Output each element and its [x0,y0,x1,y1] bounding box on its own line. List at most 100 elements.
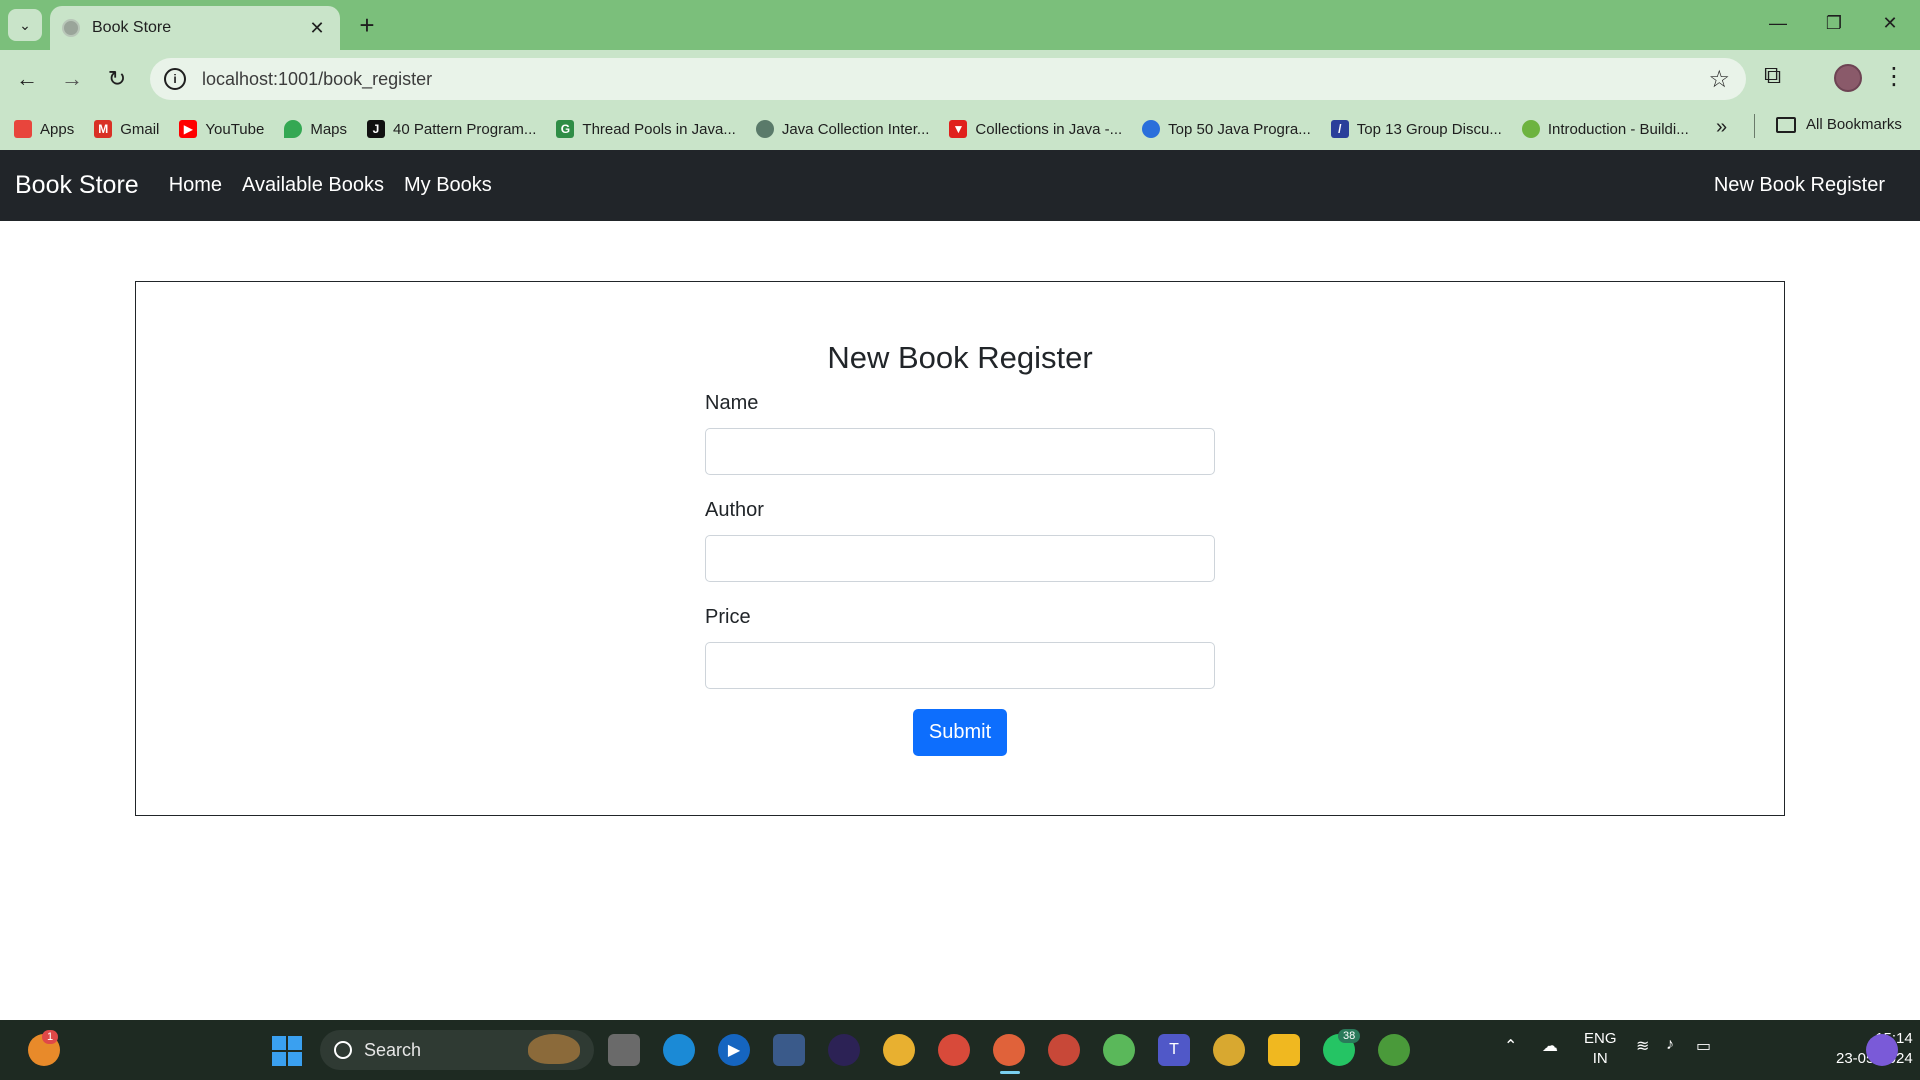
bookmark-label: Java Collection Inter... [781,120,930,138]
eclipse-icon[interactable] [828,1034,860,1066]
tray-overflow-icon[interactable]: ⌃ [1504,1036,1517,1056]
wifi-icon[interactable]: ≋ [1636,1036,1649,1056]
nav-link-available-books[interactable]: Available Books [242,174,384,197]
browser-menu-icon[interactable]: ⋮ [1880,62,1908,91]
article-icon: / [1330,120,1349,138]
bookmark-group-discussion[interactable]: / Top 13 Group Discu... [1330,120,1502,138]
teams-icon[interactable]: T [1158,1034,1190,1066]
name-input[interactable] [705,428,1215,475]
submit-button[interactable]: Submit [913,709,1007,756]
bookmarks-bar: Apps M Gmail ▶ YouTube Maps J 40 Pattern Pr… [0,108,1920,150]
bookmark-apps[interactable]: Apps [14,120,74,138]
geeksforgeeks-icon: G [556,120,575,138]
profile-avatar[interactable] [1834,64,1862,92]
restore-button[interactable]: ❐ [1814,8,1854,38]
author-input[interactable] [705,535,1215,582]
bookmark-youtube[interactable]: ▶ YouTube [179,120,264,138]
bookmark-star-icon[interactable]: ☆ [1708,65,1730,94]
chrome-active-icon[interactable] [993,1034,1025,1066]
bookmark-thread-pools[interactable]: G Thread Pools in Java... [556,120,736,138]
notification-badge: 1 [42,1030,59,1044]
forward-icon[interactable]: → [55,62,89,96]
chrome-icon[interactable] [938,1034,970,1066]
file-explorer-icon[interactable] [1268,1034,1300,1066]
nav-link-my-books[interactable]: My Books [404,174,492,197]
windows-start-icon[interactable] [272,1036,302,1066]
bookmark-label: Gmail [120,120,160,138]
new-tab-button[interactable]: + [352,10,382,40]
chrome-profile-3-icon[interactable] [1213,1034,1245,1066]
browser-tab[interactable]: Book Store ✕ [50,6,340,50]
extensions-icon[interactable]: ⧉ [1764,62,1781,90]
search-icon [334,1041,352,1059]
openai-icon [755,120,774,138]
bookmark-label: Introduction - Buildi... [1547,120,1689,138]
input-language[interactable]: ENG IN [1584,1029,1617,1069]
chrome-profile-2-icon[interactable] [1048,1034,1080,1066]
edge-icon[interactable] [663,1034,695,1066]
bookmark-label: Top 13 Group Discu... [1356,120,1502,138]
bookmark-pattern-programs[interactable]: J 40 Pattern Program... [367,120,536,138]
search-highlight-image [528,1034,580,1064]
bookmark-introduction[interactable]: Introduction - Buildi... [1521,120,1689,138]
author-label: Author [705,499,764,521]
price-input[interactable] [705,642,1215,689]
site-info-icon[interactable]: i [164,68,186,90]
lang-region: IN [1592,1050,1608,1067]
form-title: New Book Register [827,340,1093,375]
bookmark-top-50-java[interactable]: Top 50 Java Progra... [1142,120,1311,138]
taskbar-search-label: Search [364,1039,422,1060]
lang-code: ENG [1584,1030,1617,1047]
spring-tool-icon[interactable] [1103,1034,1135,1066]
bookmark-label: Apps [40,120,75,138]
battery-icon[interactable]: ▭ [1696,1036,1711,1056]
bookmark-collections-java[interactable]: ▼ Collections in Java -... [949,120,1122,138]
javatpoint-icon: ▼ [949,120,968,138]
url-text[interactable]: localhost:1001/book_register [202,69,1708,90]
close-window-button[interactable]: ✕ [1870,8,1910,38]
apps-grid-icon [14,120,32,138]
onedrive-icon[interactable]: ☁ [1542,1036,1558,1056]
tab-close-icon[interactable]: ✕ [306,18,328,39]
whatsapp-badge: 38 [1338,1029,1361,1043]
all-bookmarks-button[interactable]: All Bookmarks [1776,116,1902,133]
reload-icon[interactable]: ↻ [100,62,134,96]
spring-boot-icon[interactable] [1378,1034,1410,1066]
bookmark-label: 40 Pattern Program... [393,120,537,138]
tab-search-button[interactable]: ⌄ [8,9,42,41]
site-navbar: Book Store Home Available Books My Books [0,150,1920,221]
tab-title: Book Store [92,19,172,36]
globe-icon [62,19,80,37]
task-view-icon[interactable] [608,1034,640,1066]
copilot-icon[interactable] [1866,1034,1898,1066]
chrome-profile-1-icon[interactable] [883,1034,915,1066]
chevron-down-icon: ⌄ [19,16,31,33]
nav-link-new-book-register[interactable]: New Book Register [1714,174,1885,197]
bookmark-java-collection[interactable]: Java Collection Inter... [755,120,930,138]
bookmark-label: YouTube [205,120,265,138]
mysql-workbench-icon[interactable] [773,1034,805,1066]
bookmark-label: Maps [310,120,348,138]
bookmark-gmail[interactable]: M Gmail [94,120,159,138]
media-player-icon[interactable]: ▶ [718,1034,750,1066]
youtube-icon: ▶ [179,120,198,138]
minimize-button[interactable]: — [1758,8,1798,38]
nav-link-home[interactable]: Home [169,174,222,197]
navbar-brand[interactable]: Book Store [15,171,139,200]
bookmarks-overflow-icon[interactable]: » [1716,116,1727,139]
active-app-indicator [1000,1071,1020,1074]
price-label: Price [705,606,751,628]
bookmark-label: Top 50 Java Progra... [1168,120,1311,138]
name-label: Name [705,392,759,414]
back-icon[interactable]: ← [10,62,44,96]
volume-icon[interactable]: ♪ [1666,1036,1674,1054]
folder-icon [1776,116,1796,133]
interviewbit-icon [1142,120,1161,138]
bookmark-maps[interactable]: Maps [284,120,347,138]
bookmark-label: Collections in Java -... [975,120,1123,138]
bookmark-label: Thread Pools in Java... [582,120,736,138]
all-bookmarks-label: All Bookmarks [1806,116,1902,133]
gmail-icon: M [94,120,113,138]
bookmarks-divider [1754,114,1755,138]
address-bar[interactable]: i localhost:1001/book_register ☆ [150,58,1746,100]
